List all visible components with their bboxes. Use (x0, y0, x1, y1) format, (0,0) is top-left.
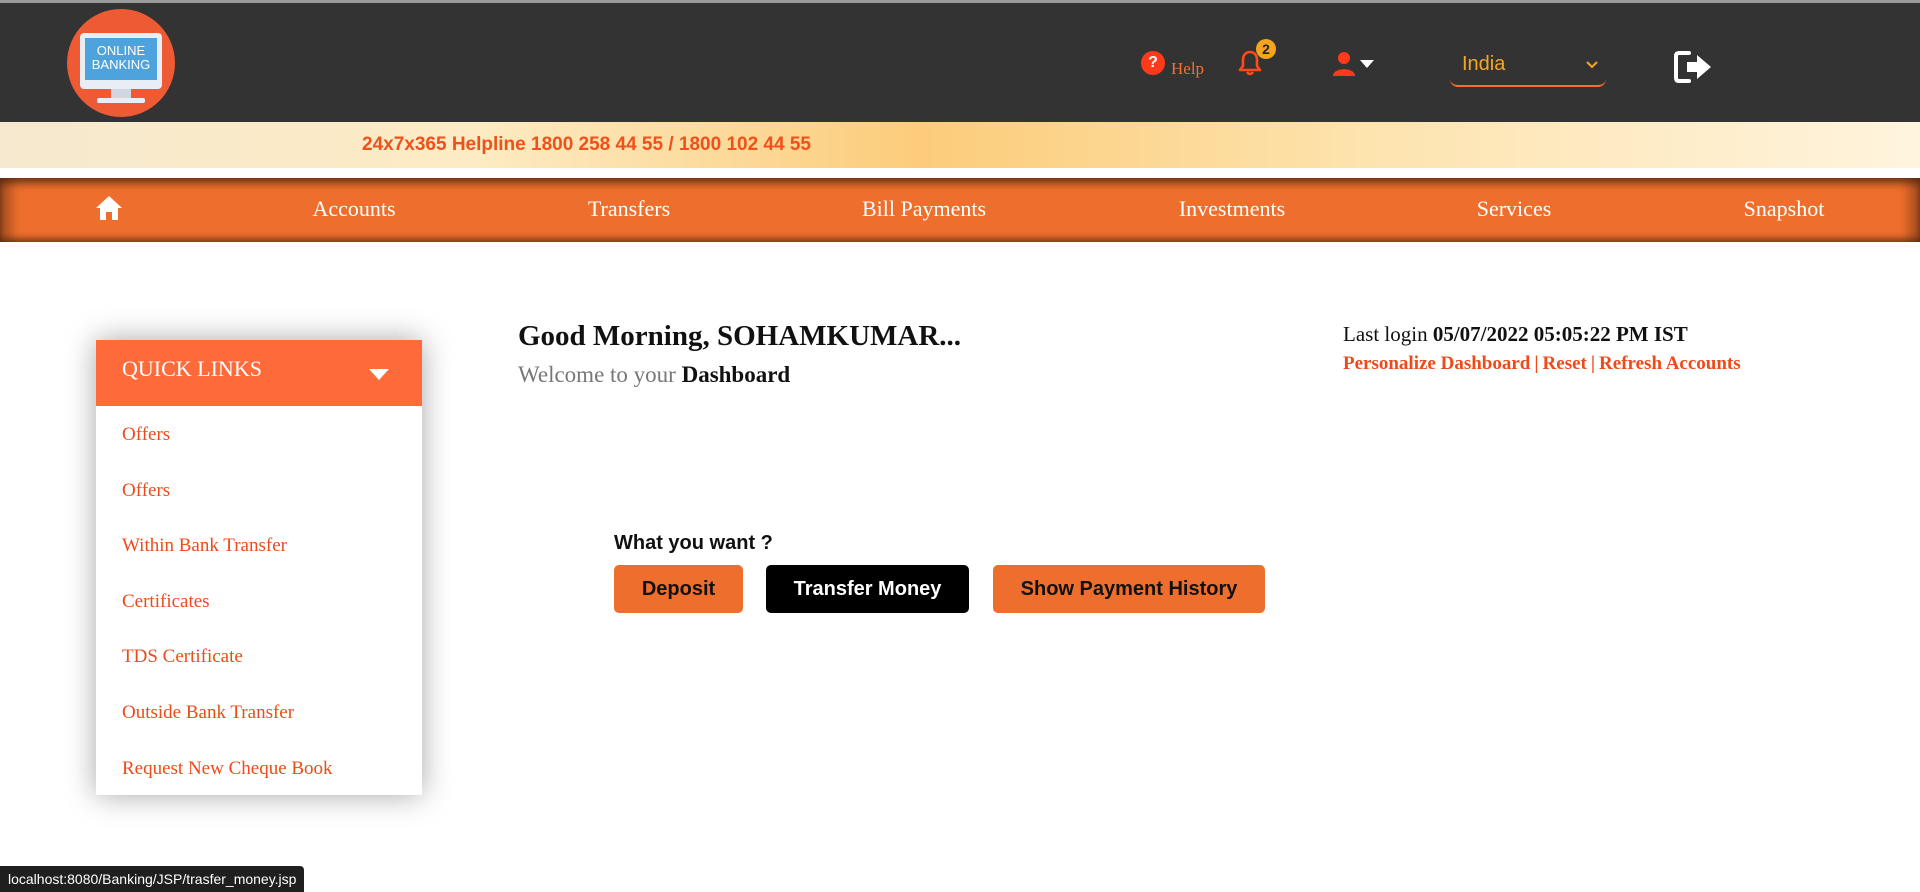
quick-links-panel: QUICK LINKS Offers Offers Within Bank Tr… (96, 340, 422, 795)
deposit-button[interactable]: Deposit (614, 565, 743, 613)
quick-links-title: QUICK LINKS (122, 356, 262, 381)
welcome-text: Welcome to your Dashboard (518, 362, 790, 388)
online-banking-logo[interactable]: ONLINE BANKING (67, 9, 175, 117)
quick-link-certificates[interactable]: Certificates (122, 591, 210, 613)
notification-badge: 2 (1256, 39, 1276, 59)
transfer-money-button[interactable]: Transfer Money (766, 565, 969, 613)
personalize-dashboard-link[interactable]: Personalize Dashboard (1343, 353, 1530, 374)
quick-link-within-bank-transfer[interactable]: Within Bank Transfer (122, 535, 287, 557)
quick-link-offers-2[interactable]: Offers (122, 480, 170, 502)
nav-investments[interactable]: Investments (1179, 196, 1285, 222)
action-question: What you want ? (614, 532, 773, 554)
last-login-label: Last login (1343, 322, 1428, 346)
logo-line1: ONLINE (96, 43, 146, 58)
nav-services[interactable]: Services (1477, 196, 1552, 222)
status-url: localhost:8080/Banking/JSP/trasfer_money… (0, 866, 305, 892)
chevron-down-icon (1586, 61, 1598, 69)
reset-link[interactable]: Reset (1543, 353, 1587, 374)
monitor-base (97, 98, 145, 103)
country-value: India (1462, 53, 1506, 75)
welcome-dashboard: Dashboard (681, 362, 791, 387)
logout-icon (1674, 51, 1711, 83)
quick-link-request-cheque-book[interactable]: Request New Cheque Book (122, 758, 333, 780)
logout-button[interactable] (1673, 49, 1715, 90)
quick-links-header[interactable]: QUICK LINKS (96, 340, 422, 406)
nav-accounts[interactable]: Accounts (312, 196, 395, 222)
quick-link-offers[interactable]: Offers (122, 424, 170, 446)
top-header: ONLINE BANKING ? Help 2 India (0, 0, 1920, 122)
monitor-icon: ONLINE BANKING (80, 33, 162, 89)
last-login-value: 05/07/2022 05:05:22 PM IST (1432, 322, 1688, 346)
quick-link-outside-bank-transfer[interactable]: Outside Bank Transfer (122, 702, 294, 724)
home-icon (96, 196, 122, 220)
last-login: Last login 05/07/2022 05:05:22 PM IST (1343, 322, 1688, 347)
show-payment-history-button[interactable]: Show Payment History (993, 565, 1265, 613)
country-select[interactable]: India (1450, 47, 1606, 87)
welcome-prefix: Welcome to your (518, 362, 676, 387)
nav-home[interactable] (95, 195, 123, 226)
helpline-text: 24x7x365 Helpline 1800 258 44 55 / 1800 … (362, 134, 811, 155)
quick-link-tds-certificate[interactable]: TDS Certificate (122, 646, 243, 668)
dashboard-links: Personalize Dashboard | Reset | Refresh Acco… (1343, 353, 1741, 375)
greeting-title: Good Morning, SOHAMKUMAR... (518, 320, 962, 352)
question-icon: ? (1141, 51, 1165, 75)
help-label: Help (1171, 59, 1205, 78)
nav-transfers[interactable]: Transfers (588, 196, 670, 222)
nav-snapshot[interactable]: Snapshot (1744, 196, 1825, 222)
refresh-accounts-link[interactable]: Refresh Accounts (1599, 353, 1741, 374)
link-separator: | (1590, 353, 1596, 374)
notifications-button[interactable]: 2 (1237, 39, 1276, 79)
caret-down-icon (369, 369, 389, 380)
helpline-banner: 24x7x365 Helpline 1800 258 44 55 / 1800 … (0, 122, 1920, 168)
main-nav: Accounts Transfers Bill Payments Investm… (0, 178, 1920, 242)
logo-screen: ONLINE BANKING (85, 38, 157, 80)
logo-line2: BANKING (91, 57, 151, 72)
user-icon (1333, 52, 1355, 76)
link-separator: | (1534, 353, 1539, 374)
nav-bill-payments[interactable]: Bill Payments (862, 196, 986, 222)
caret-down-icon (1360, 60, 1374, 68)
user-menu-button[interactable] (1332, 51, 1375, 77)
help-link[interactable]: ? Help (1141, 51, 1204, 78)
